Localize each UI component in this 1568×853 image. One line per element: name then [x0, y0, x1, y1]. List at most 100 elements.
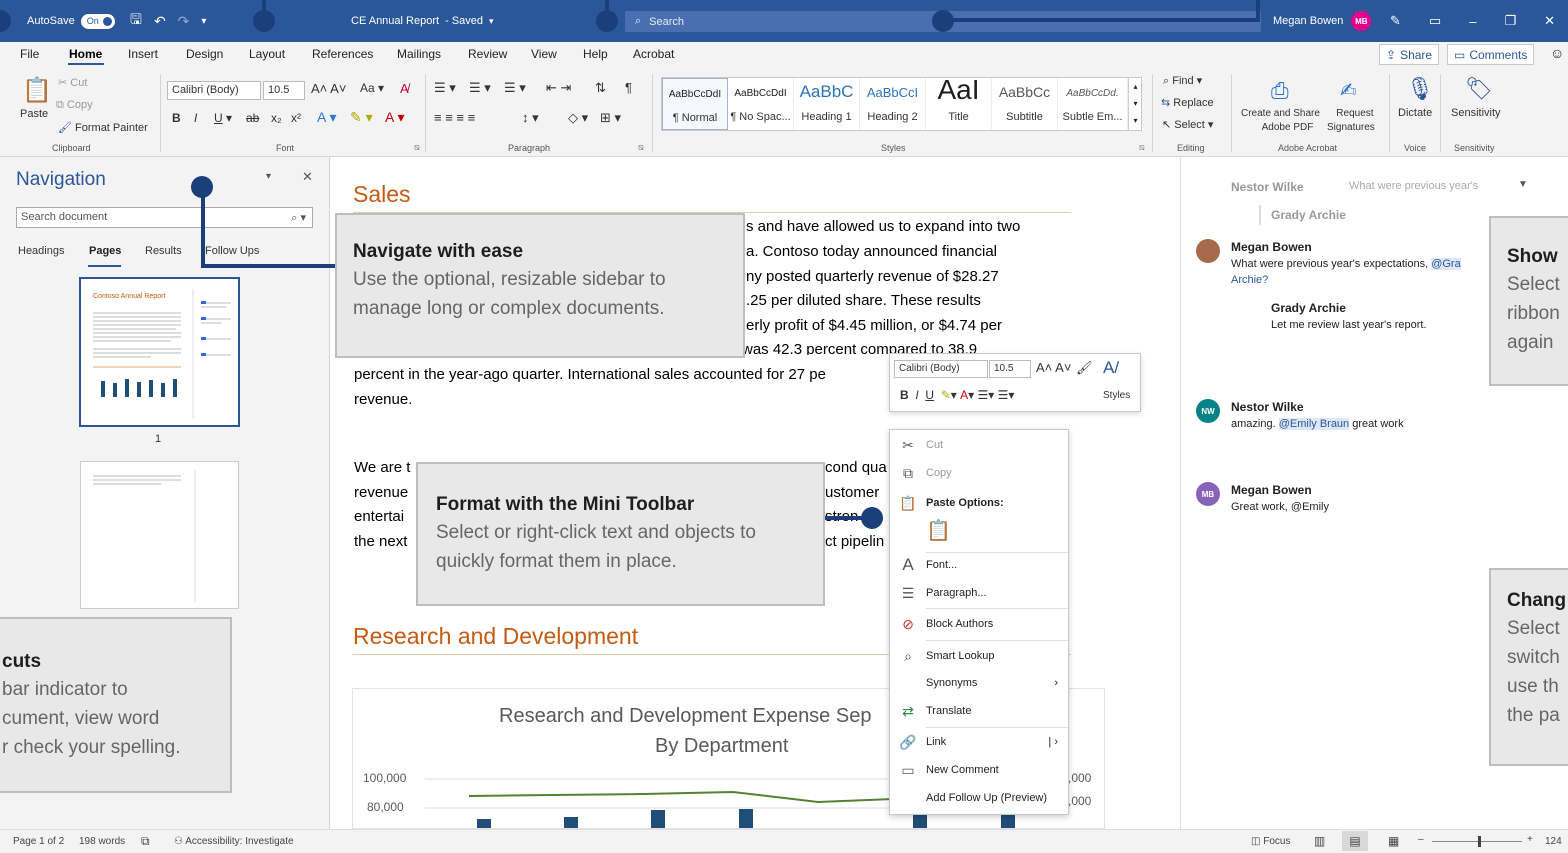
document-title[interactable]: CE Annual Report	[351, 15, 439, 27]
select-button[interactable]: ↖ Select ▾	[1162, 118, 1213, 131]
format-painter-icon[interactable]: 🖌	[1076, 360, 1093, 376]
cut-button[interactable]: ✂ Cut	[58, 76, 87, 89]
menu-item-smart-lookup[interactable]: ⌕ Smart Lookup	[890, 645, 1068, 667]
tab-design[interactable]: Design	[186, 47, 223, 61]
autosave-control[interactable]: AutoSave On	[27, 0, 115, 42]
font-color-icon[interactable]: A ▾	[385, 109, 404, 126]
sensitivity-button[interactable]: Sensitivity	[1451, 107, 1501, 119]
menu-item-copy[interactable]: ⧉ Copy	[890, 462, 1068, 484]
page-count[interactable]: Page 1 of 2	[13, 836, 64, 847]
page-thumbnail-1[interactable]: Contoso Annual Report	[79, 277, 240, 427]
underline-icon[interactable]: U ▾	[214, 111, 232, 125]
user-name[interactable]: Megan Bowen	[1273, 15, 1343, 27]
save-icon[interactable]: 🖫	[130, 9, 142, 33]
chevron-down-icon[interactable]: ▾	[489, 16, 494, 27]
chevron-down-icon[interactable]: ▼	[1518, 179, 1528, 190]
close-icon[interactable]: ✕	[302, 169, 313, 185]
tab-mailings[interactable]: Mailings	[397, 47, 441, 61]
multilevel-list-icon[interactable]: ☰ ▾	[504, 80, 526, 96]
bullets-icon[interactable]: ☰ ▾	[434, 80, 456, 96]
pilcrow-icon[interactable]: ¶	[625, 80, 632, 95]
styles-button[interactable]: Styles	[1103, 390, 1130, 401]
chevron-down-icon[interactable]: ▾	[266, 171, 271, 182]
proofing-icon[interactable]: ⧉	[141, 834, 150, 849]
undo-icon[interactable]: ↶	[154, 13, 166, 30]
borders-icon[interactable]: ⊞ ▾	[600, 110, 621, 126]
clear-format-icon[interactable]: A̸	[400, 81, 409, 96]
reply-text[interactable]: Let me review last year's report.	[1271, 319, 1427, 331]
request-signatures-button[interactable]: Request Signatures	[1327, 107, 1375, 135]
text-effects-icon[interactable]: A ▾	[317, 109, 336, 126]
body-line[interactable]: cond qua	[825, 459, 887, 476]
minimize-icon[interactable]: –	[1469, 14, 1476, 29]
comment-text[interactable]: Archie?	[1231, 274, 1268, 286]
menu-item-synonyms[interactable]: Synonyms ›	[890, 672, 1068, 694]
smiley-icon[interactable]: ☺	[1550, 45, 1564, 61]
sort-icon[interactable]: ⇅	[595, 80, 606, 96]
menu-item-paste-options[interactable]: 📋 Paste Options:	[890, 492, 1068, 514]
format-icons[interactable]: B I U ✎▾ A▾ ☰▾ ☰▾	[900, 388, 1014, 402]
customize-qat-icon[interactable]: ▾	[201, 16, 206, 27]
strikethrough-icon[interactable]: ab	[246, 111, 259, 125]
tab-help[interactable]: Help	[583, 47, 608, 61]
search-input[interactable]: Search document ⌕ ▾	[16, 207, 313, 228]
style-title[interactable]: AaI Title	[926, 74, 992, 130]
comment-text[interactable]: amazing. @Emily Braun great work	[1231, 418, 1404, 430]
bold-icon[interactable]: B	[172, 111, 181, 125]
zoom-in-icon[interactable]: +	[1527, 834, 1533, 845]
tab-results[interactable]: Results	[145, 245, 182, 257]
style-no-spacing[interactable]: AaBbCcDdI ¶ No Spac...	[728, 78, 794, 130]
change-case-icon[interactable]: Aa ▾	[360, 81, 384, 95]
redo-icon[interactable]: ↷	[178, 13, 190, 30]
tab-layout[interactable]: Layout	[249, 47, 285, 61]
mention[interactable]: @Gra	[1431, 258, 1461, 270]
menu-item-translate[interactable]: ⇄ Translate	[890, 700, 1068, 722]
comments-button[interactable]: ▭ Comments	[1447, 44, 1535, 65]
find-button[interactable]: ⌕ Find ▾	[1163, 74, 1202, 88]
microphone-icon[interactable]: 🎙	[1406, 76, 1434, 102]
menu-item-block-authors[interactable]: ⊘ Block Authors	[890, 613, 1068, 635]
styles-gallery[interactable]: AaBbCcDdI ¶ Normal AaBbCcDdI ¶ No Spac... …	[661, 74, 1142, 131]
tab-view[interactable]: View	[531, 47, 557, 61]
body-line[interactable]: ny posted quarterly revenue of $28.27	[746, 268, 999, 285]
body-line[interactable]: the next	[354, 533, 407, 550]
paste-text-only-icon[interactable]: 📋	[926, 518, 951, 543]
signature-icon[interactable]: ✍	[1340, 78, 1357, 103]
body-line[interactable]: ct pipelin	[825, 533, 884, 550]
tab-review[interactable]: Review	[468, 47, 507, 61]
zoom-slider[interactable]	[1432, 841, 1522, 842]
body-line[interactable]: ustomer	[825, 484, 879, 501]
gallery-scroll[interactable]: ▴ ▾ ▾	[1128, 78, 1142, 130]
menu-item-new-comment[interactable]: ▭ New Comment	[890, 759, 1068, 781]
tab-insert[interactable]: Insert	[128, 47, 158, 61]
align-icons[interactable]: ≡ ≡ ≡ ≡	[434, 110, 475, 125]
tab-references[interactable]: References	[312, 47, 373, 61]
dictate-button[interactable]: Dictate	[1398, 107, 1432, 119]
style-subtle-emphasis[interactable]: AaBbCcDd. Subtle Em...	[1058, 78, 1128, 130]
tab-file[interactable]: File	[20, 47, 39, 61]
styles-icon[interactable]: A/	[1103, 358, 1119, 378]
body-line[interactable]: percent in the year-ago quarter. Interna…	[354, 366, 826, 383]
body-line[interactable]: erly profit of $4.45 million, or $4.74 p…	[746, 317, 1002, 334]
menu-item-font[interactable]: A Font...	[890, 554, 1068, 576]
body-line[interactable]: s and have allowed us to expand into two	[746, 218, 1020, 235]
replace-button[interactable]: ⇆ Replace	[1161, 96, 1214, 109]
superscript-icon[interactable]: x²	[291, 111, 301, 125]
format-painter-button[interactable]: 🖌 Format Painter	[58, 121, 148, 134]
shading-icon[interactable]: ◇ ▾	[568, 110, 588, 126]
italic-icon[interactable]: I	[194, 111, 197, 125]
tab-headings[interactable]: Headings	[18, 245, 64, 257]
paste-icon[interactable]: 📋	[22, 76, 52, 105]
close-icon[interactable]: ✕	[1544, 13, 1555, 29]
menu-item-add-follow-up[interactable]: Add Follow Up (Preview)	[890, 787, 1068, 809]
style-heading-2[interactable]: AaBbCcI Heading 2	[860, 78, 926, 130]
style-subtitle[interactable]: AaBbCc Subtitle	[992, 78, 1058, 130]
style-heading-1[interactable]: AaBbC Heading 1	[794, 78, 860, 130]
style-normal[interactable]: AaBbCcDdI ¶ Normal	[662, 78, 728, 130]
font-size-combo[interactable]: 10.5	[989, 360, 1031, 378]
grow-font-icon[interactable]: A˄ A˅	[311, 81, 346, 96]
tab-acrobat[interactable]: Acrobat	[633, 47, 674, 61]
pdf-icon[interactable]: ⎙	[1271, 78, 1289, 104]
copy-button[interactable]: ⧉ Copy	[56, 99, 93, 112]
line-spacing-icon[interactable]: ↕ ▾	[522, 110, 539, 126]
